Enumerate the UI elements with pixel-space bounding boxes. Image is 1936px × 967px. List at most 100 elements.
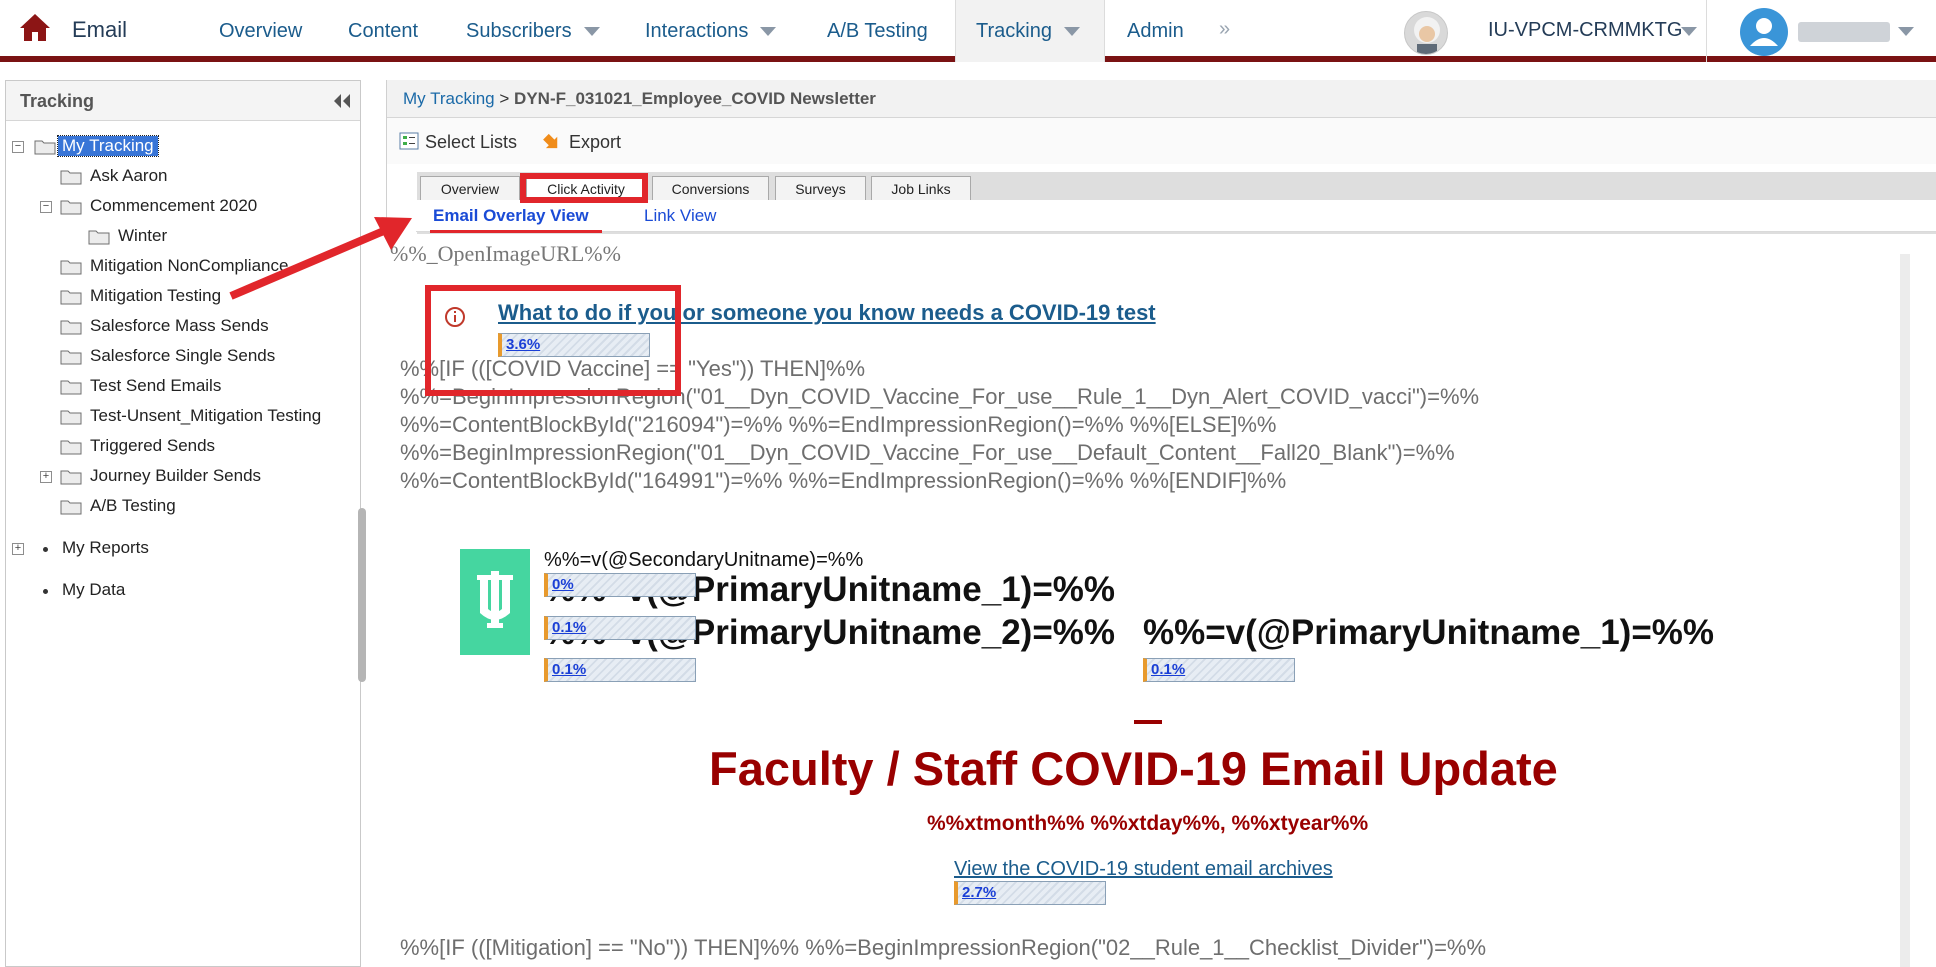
tree-item-label: Mitigation Testing (90, 286, 222, 305)
tab-label: Job Links (891, 181, 951, 197)
nav-ab-testing[interactable]: A/B Testing (827, 0, 928, 62)
breadcrumb-separator: > (499, 89, 510, 108)
tree-item-label: Winter (118, 226, 168, 245)
collapse-toggle-icon[interactable]: − (12, 141, 24, 153)
tree-item-label: Test-Unsent_Mitigation Testing (90, 406, 322, 425)
tree-item-label: Mitigation NonCompliance (90, 256, 289, 275)
sidebar-scrollbar[interactable] (358, 508, 366, 682)
tree-item-folder[interactable]: Salesforce Mass Sends (60, 315, 300, 339)
tab-surveys[interactable]: Surveys (775, 176, 866, 200)
org-avatar[interactable] (1404, 11, 1448, 55)
tree-item-folder[interactable]: Triggered Sends (60, 435, 300, 459)
tree-item-my-data[interactable]: My Data (10, 579, 210, 603)
tree-item-folder[interactable]: − Commencement 2020 (36, 195, 326, 219)
expand-toggle-icon[interactable]: + (40, 471, 52, 483)
primary-unit-token: %%=v(@PrimaryUnitname_1)=%% (1143, 613, 1715, 652)
app-title[interactable]: Email (72, 17, 127, 43)
select-lists-button[interactable]: Select Lists (399, 131, 517, 153)
tree-item-label: Commencement 2020 (90, 196, 258, 215)
tree-item-folder[interactable]: Ask Aaron (60, 165, 300, 189)
nav-admin-label: Admin (1127, 20, 1184, 42)
click-rate-badge[interactable]: 2.7% (954, 881, 1106, 905)
nav-overview[interactable]: Overview (219, 0, 302, 62)
nav-more-icon[interactable]: » (1219, 18, 1230, 41)
newsletter-date: %%xtmonth%% %%xtday%%, %%xtyear%% (927, 812, 1369, 835)
tree-item-folder[interactable]: Test-Unsent_Mitigation Testing (60, 405, 350, 429)
tree-item-my-reports[interactable]: + My Reports (10, 537, 210, 561)
list-icon (399, 132, 419, 150)
nav-subscribers-label: Subscribers (466, 20, 572, 42)
click-rate-badge[interactable]: 0.1% (544, 616, 696, 640)
tree-item-label: My Reports (62, 538, 149, 557)
tab-overview[interactable]: Overview (420, 176, 520, 200)
click-rate-value: 0.1% (552, 619, 587, 636)
nav-subscribers[interactable]: Subscribers (466, 0, 600, 62)
subtab-link-view[interactable]: Link View (644, 206, 716, 226)
export-button[interactable]: Export (543, 131, 621, 153)
subtab-email-overlay-view[interactable]: Email Overlay View (433, 206, 589, 226)
tree-item-folder[interactable]: Test Send Emails (60, 375, 300, 399)
chevron-down-icon (760, 27, 777, 37)
folder-icon (60, 290, 82, 305)
tab-label: Surveys (795, 181, 846, 197)
tab-conversions[interactable]: Conversions (652, 176, 769, 200)
nav-admin[interactable]: Admin (1127, 0, 1184, 62)
user-avatar[interactable] (1740, 8, 1788, 56)
folder-open-icon (34, 140, 56, 155)
sidebar-header: Tracking (6, 81, 360, 121)
user-icon (1750, 18, 1778, 46)
nav-interactions[interactable]: Interactions (645, 0, 777, 62)
breadcrumb: My Tracking > DYN-F_031021_Employee_COVI… (387, 80, 1936, 118)
nav-interactions-label: Interactions (645, 20, 749, 42)
archive-link[interactable]: View the COVID-19 student email archives (954, 858, 1333, 881)
tree-item-folder[interactable]: Winter (88, 225, 238, 249)
tree-item-folder[interactable]: Salesforce Single Sends (60, 345, 300, 369)
user-name-redacted[interactable] (1798, 22, 1890, 42)
tree-item-label: My Data (62, 580, 126, 599)
expand-toggle-icon[interactable]: + (12, 543, 24, 555)
annotation-box-click-rate (425, 285, 681, 396)
nav-tracking[interactable]: Tracking (976, 0, 1080, 62)
tree-item-folder[interactable]: Mitigation Testing (60, 285, 300, 309)
collapse-sidebar-icon[interactable] (332, 93, 352, 109)
click-rate-value: 0.1% (1151, 661, 1186, 678)
newsletter-title: Faculty / Staff COVID-19 Email Update (709, 742, 1558, 795)
ampscript-line: %%[IF (([Mitigation] == "No")) THEN]%% %… (400, 935, 1487, 960)
iu-logo (460, 549, 530, 655)
tree-item-label: A/B Testing (90, 496, 176, 515)
select-lists-label: Select Lists (425, 132, 518, 152)
ampscript-line: %%=ContentBlockById("164991")=%% %%=EndI… (400, 468, 1287, 493)
tree-item-label: Salesforce Mass Sends (90, 316, 269, 335)
nav-ab-testing-label: A/B Testing (827, 20, 928, 42)
folder-icon (88, 230, 110, 245)
nav-content[interactable]: Content (348, 0, 418, 62)
collapse-toggle-icon[interactable]: − (40, 201, 52, 213)
preview-scrollbar[interactable] (1900, 254, 1910, 967)
click-rate-badge[interactable]: 0% (544, 573, 696, 597)
breadcrumb-link[interactable]: My Tracking (403, 89, 495, 108)
chevron-down-icon[interactable] (1681, 27, 1697, 36)
click-rate-badge[interactable]: 0.1% (1143, 658, 1295, 682)
active-subtab-underline (430, 230, 602, 233)
folder-icon (60, 410, 82, 425)
tree-item-folder[interactable]: A/B Testing (60, 495, 300, 519)
einstein-avatar-icon (1414, 17, 1440, 54)
nav-content-label: Content (348, 20, 419, 42)
tree-item-label: My Tracking (57, 135, 159, 157)
chevron-down-icon[interactable] (1898, 27, 1914, 36)
home-icon[interactable] (18, 12, 52, 42)
click-rate-badge[interactable]: 0.1% (544, 658, 696, 682)
nav-tracking-label: Tracking (976, 20, 1052, 42)
tree-item-folder[interactable]: Mitigation NonCompliance (60, 255, 360, 279)
folder-icon (60, 200, 82, 215)
bullet-icon (41, 545, 50, 554)
export-icon (543, 133, 558, 149)
ampscript-line: %%=ContentBlockById("216094")=%% %%=EndI… (400, 412, 1277, 437)
sidebar-title: Tracking (20, 91, 95, 111)
org-name[interactable]: IU-VPCM-CRMMKTG (1488, 19, 1682, 42)
secondary-unit-token: %%=v(@SecondaryUnitname)=%% (544, 549, 864, 571)
tree-item-my-tracking[interactable]: − My Tracking (10, 135, 180, 159)
iu-trident-icon (477, 571, 513, 628)
tab-job-links[interactable]: Job Links (871, 176, 971, 200)
tree-item-folder[interactable]: + Journey Builder Sends (36, 465, 326, 489)
